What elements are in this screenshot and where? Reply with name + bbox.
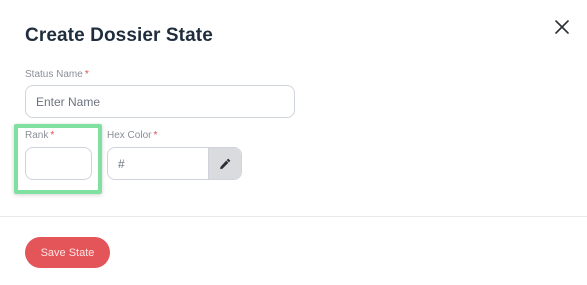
footer-divider bbox=[0, 216, 587, 217]
required-mark: * bbox=[153, 130, 158, 141]
required-mark: * bbox=[50, 130, 55, 141]
dialog-title: Create Dossier State bbox=[25, 25, 213, 46]
required-mark: * bbox=[84, 69, 89, 80]
color-picker-button[interactable] bbox=[208, 148, 241, 179]
create-dossier-state-dialog: Create Dossier State Status Name* Rank* … bbox=[0, 0, 587, 285]
hex-color-field bbox=[107, 147, 242, 180]
eyedropper-icon bbox=[220, 158, 231, 169]
close-button[interactable] bbox=[552, 17, 572, 37]
hex-color-input[interactable] bbox=[108, 148, 208, 179]
hex-color-label: Hex Color * bbox=[107, 130, 158, 141]
save-state-button[interactable]: Save State bbox=[25, 237, 110, 268]
close-icon bbox=[555, 20, 569, 34]
rank-input[interactable] bbox=[25, 147, 92, 180]
status-name-label: Status Name * bbox=[25, 69, 89, 80]
status-name-input[interactable] bbox=[25, 85, 295, 118]
rank-label: Rank * bbox=[25, 130, 55, 141]
